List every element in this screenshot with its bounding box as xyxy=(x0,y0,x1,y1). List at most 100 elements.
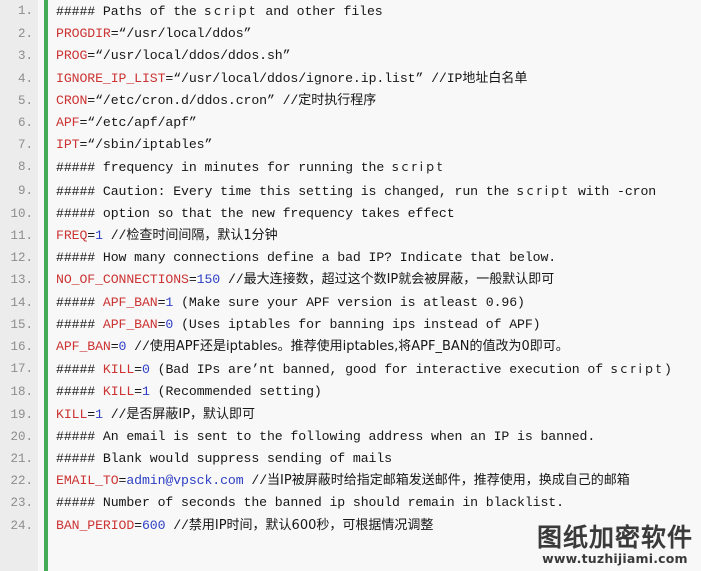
code-text[interactable]: APF=“/etc/apf/apf” xyxy=(48,112,701,134)
token-plain: ##### Number of seconds the banned ip sh… xyxy=(56,495,564,511)
code-text[interactable]: EMAIL_TO=admin@vpsck.com //当IP被屏蔽时给指定邮箱发… xyxy=(48,470,701,492)
token-num: 1 xyxy=(141,384,150,400)
code-line: 11. FREQ=1 //检查时间间隔，默认1分钟 xyxy=(0,225,701,247)
code-text[interactable]: KILL=1 //是否屏蔽IP，默认即可 xyxy=(48,404,701,426)
token-plain: = xyxy=(134,362,142,378)
token-cjk: 使用APF还是iptables。推荐使用iptables,将APF_BAN的值改… xyxy=(149,339,569,355)
token-cjk: 最大连接数，超过这个数IP就会被屏蔽，一般默认即可 xyxy=(243,272,555,288)
code-line: 10. ##### option so that the new frequenc… xyxy=(0,203,701,225)
token-num: 0 xyxy=(141,362,150,378)
code-line: 19. KILL=1 //是否屏蔽IP，默认即可 xyxy=(0,404,701,426)
token-var: APF_BAN xyxy=(102,316,158,332)
code-text[interactable]: ##### KILL=1 (Recommended setting) xyxy=(48,381,701,403)
code-text[interactable]: ##### How many connections define a bad … xyxy=(48,247,701,269)
token-plain: = xyxy=(188,272,197,288)
line-number: 17. xyxy=(10,362,33,377)
code-text[interactable]: CRON=“/etc/cron.d/ddos.cron” //定时执行程序 xyxy=(48,90,701,112)
token-plain: // xyxy=(102,406,127,422)
line-number: 11. xyxy=(10,229,33,244)
code-line: 3. PROG=“/usr/local/ddos/ddos.sh” xyxy=(0,45,701,67)
token-script: script xyxy=(392,159,446,175)
token-plain: // xyxy=(220,272,244,288)
token-plain: ##### Blank would suppress sending of ma… xyxy=(56,451,392,467)
token-num: 1 xyxy=(95,228,103,244)
token-plain: = xyxy=(87,406,96,422)
line-number: 10. xyxy=(10,206,33,221)
code-line: 21. ##### Blank would suppress sending of… xyxy=(0,448,701,470)
watermark: 图纸加密软件 www.tuzhijiami.com xyxy=(536,522,693,565)
token-var: CRON xyxy=(56,92,88,108)
token-plain: (Uses iptables for banning ips instead o… xyxy=(173,316,541,332)
token-plain: ) xyxy=(663,362,672,378)
token-plain: = xyxy=(110,339,119,355)
code-text[interactable]: ##### KILL=0 (Bad IPs are’nt banned, goo… xyxy=(48,358,701,381)
token-plain: ##### How many connections define a bad … xyxy=(56,250,557,266)
code-text[interactable]: PROGDIR=“/usr/local/ddos” xyxy=(48,23,701,45)
token-var: IGNORE_IP_LIST xyxy=(56,70,166,86)
code-text[interactable]: APF_BAN=0 //使用APF还是iptables。推荐使用iptables… xyxy=(48,336,701,358)
code-text[interactable]: ##### option so that the new frequency t… xyxy=(48,203,701,225)
code-line: 8. ##### frequency in minutes for running… xyxy=(0,156,701,179)
token-plain: ##### xyxy=(56,316,103,332)
token-var: IPT xyxy=(56,137,80,153)
token-cjk: 当IP被屏蔽时给指定邮箱发送邮件，推荐使用，换成自己的邮箱 xyxy=(267,473,630,489)
code-line: 22. EMAIL_TO=admin@vpsck.com //当IP被屏蔽时给指定… xyxy=(0,470,701,492)
code-listing: 1. ##### Paths of the script and other fi… xyxy=(0,0,701,571)
token-var: NO_OF_CONNECTIONS xyxy=(56,272,189,288)
line-number: 2. xyxy=(17,27,33,42)
token-var: FREQ xyxy=(56,228,88,244)
line-number: 21. xyxy=(10,452,33,467)
token-var: KILL xyxy=(102,384,135,400)
token-plain: =“/usr/local/ddos/ddos.sh” xyxy=(87,48,291,64)
line-number: 22. xyxy=(10,474,33,489)
code-line: 4. IGNORE_IP_LIST=“/usr/local/ddos/ignore… xyxy=(0,68,701,90)
token-var: BAN_PERIOD xyxy=(56,517,135,533)
token-plain: = xyxy=(134,384,142,400)
code-line: 15. ##### APF_BAN=0 (Uses iptables for ba… xyxy=(0,314,701,336)
code-text[interactable]: PROG=“/usr/local/ddos/ddos.sh” xyxy=(48,45,701,67)
code-text[interactable]: ##### Caution: Every time this setting i… xyxy=(48,180,701,203)
token-num: 150 xyxy=(196,272,221,288)
code-text[interactable]: ##### APF_BAN=0 (Uses iptables for banni… xyxy=(48,314,701,336)
line-number: 4. xyxy=(17,71,33,86)
token-plain: =“/usr/local/ddos” xyxy=(110,26,252,42)
code-text[interactable]: ##### An email is sent to the following … xyxy=(48,426,701,448)
line-number: 19. xyxy=(10,407,33,422)
token-plain: // xyxy=(165,517,189,533)
token-plain: ##### An email is sent to the following … xyxy=(56,428,596,444)
token-plain: (Make sure your APF version is atleast 0… xyxy=(173,294,525,310)
token-plain: = xyxy=(87,228,96,244)
line-number: 7. xyxy=(17,138,33,153)
token-num: 1 xyxy=(95,406,103,422)
code-line: 12. ##### How many connections define a b… xyxy=(0,247,701,269)
token-cjk: 禁用IP时间，默认600秒，可根据情况调整 xyxy=(188,517,434,533)
line-number: 6. xyxy=(17,116,33,131)
watermark-brand: 图纸加密软件 xyxy=(536,522,693,552)
code-text[interactable]: FREQ=1 //检查时间间隔，默认1分钟 xyxy=(48,225,701,247)
line-number: 9. xyxy=(17,183,33,198)
code-text[interactable]: IGNORE_IP_LIST=“/usr/local/ddos/ignore.i… xyxy=(48,68,701,90)
code-text[interactable]: ##### Paths of the script and other file… xyxy=(48,0,701,23)
code-rows: 1. ##### Paths of the script and other fi… xyxy=(0,0,701,537)
line-number: 8. xyxy=(17,160,33,175)
code-line: 16. APF_BAN=0 //使用APF还是iptables。推荐使用iptab… xyxy=(0,336,701,358)
token-var: EMAIL_TO xyxy=(56,473,119,489)
token-plain: // xyxy=(102,228,127,244)
code-line: 20. ##### An email is sent to the followi… xyxy=(0,426,701,448)
code-text[interactable]: ##### APF_BAN=1 (Make sure your APF vers… xyxy=(48,292,701,314)
line-number: 3. xyxy=(17,49,33,64)
code-text[interactable]: IPT=“/sbin/iptables” xyxy=(48,134,701,156)
line-number: 20. xyxy=(10,429,33,444)
token-plain: ##### Paths of the xyxy=(56,4,205,19)
token-plain: = xyxy=(134,517,142,533)
code-line: 5. CRON=“/etc/cron.d/ddos.cron” //定时执行程序 xyxy=(0,90,701,112)
code-text[interactable]: ##### frequency in minutes for running t… xyxy=(48,156,701,179)
code-text[interactable]: ##### Number of seconds the banned ip sh… xyxy=(48,492,701,514)
token-cjk: 地址白名单 xyxy=(462,70,528,86)
line-number: 18. xyxy=(10,385,33,400)
code-text[interactable]: ##### Blank would suppress sending of ma… xyxy=(48,448,701,470)
token-num: admin@vpsck.com xyxy=(126,473,244,489)
code-text[interactable]: NO_OF_CONNECTIONS=150 //最大连接数，超过这个数IP就会被… xyxy=(48,269,701,291)
code-line: 23. ##### Number of seconds the banned ip… xyxy=(0,492,701,514)
token-plain: =“/usr/local/ddos/ignore.ip.list” //IP xyxy=(165,70,463,86)
